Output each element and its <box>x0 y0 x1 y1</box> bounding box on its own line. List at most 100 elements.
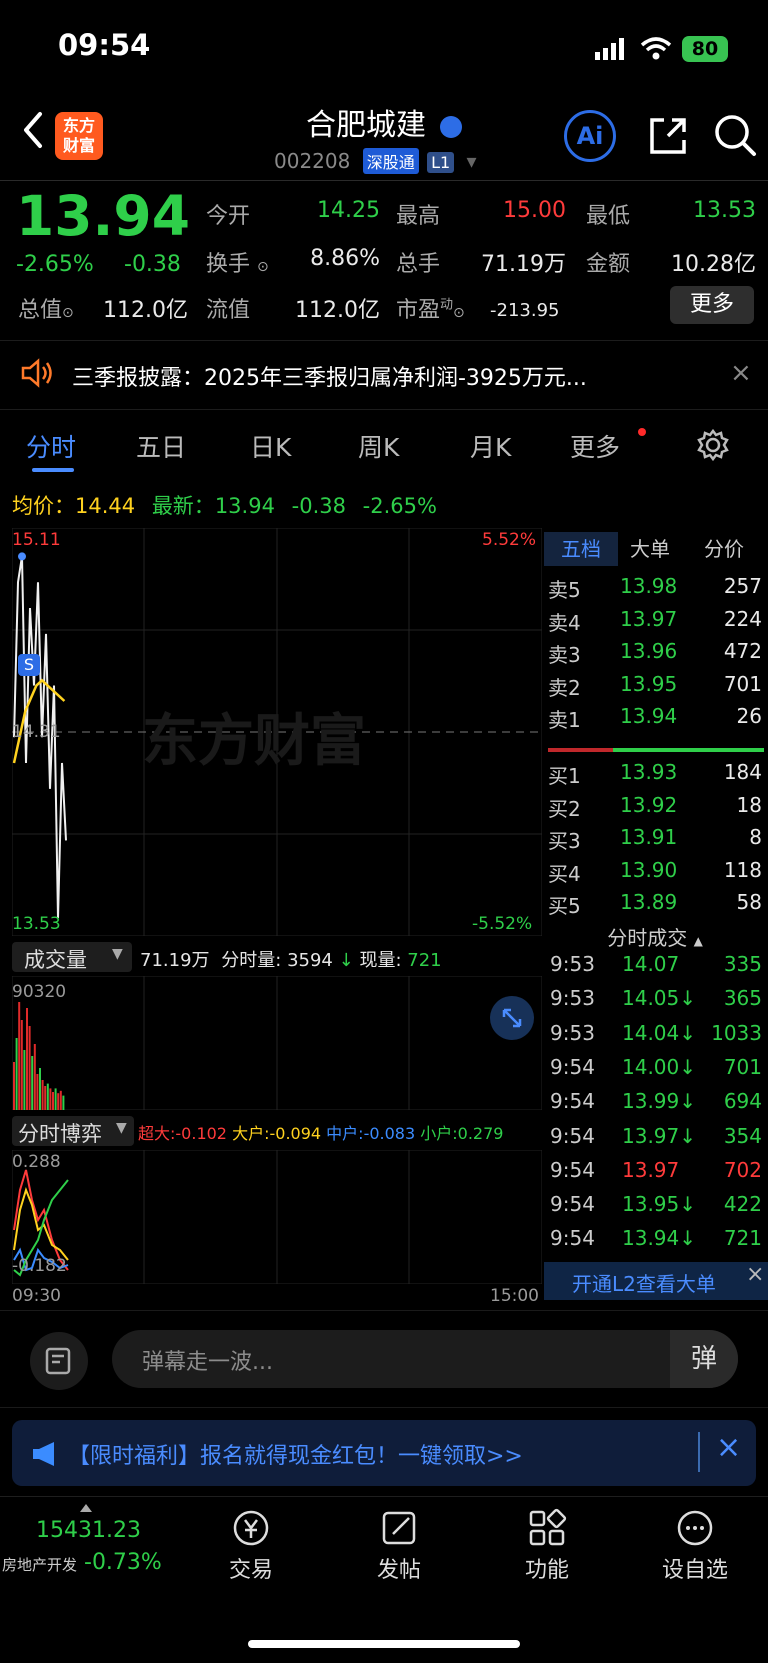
ask-label: 卖4 <box>548 610 581 635</box>
back-icon[interactable] <box>18 110 48 150</box>
trade-row: 9:54 13.94↓ 721 <box>544 1226 766 1260</box>
nav-functions[interactable]: 功能 <box>492 1508 602 1584</box>
bid-row: 买4 13.90 118 <box>544 858 766 890</box>
battery-indicator: 80 <box>682 36 728 62</box>
bid-price: 13.90 <box>620 857 678 882</box>
ask-row: 卖1 13.94 26 <box>544 704 766 736</box>
expand-icon[interactable] <box>490 996 534 1040</box>
ask-label: 卖2 <box>548 675 581 700</box>
game-axis-bottom: -0.182 <box>12 1256 67 1276</box>
pct-axis-top: 5.52% <box>482 530 537 550</box>
nav-post[interactable]: 发帖 <box>344 1508 454 1584</box>
nav-trade[interactable]: 交易 <box>196 1508 306 1584</box>
news-text[interactable]: 三季报披露：2025年三季报归属净利润-3925万元... <box>72 360 587 392</box>
ask-label: 卖1 <box>548 708 581 732</box>
orderbook-tab-price[interactable]: 分价 <box>704 532 744 566</box>
volume-bar <box>33 1044 36 1110</box>
nav-watchlist[interactable]: 设自选 <box>640 1508 750 1584</box>
bid-row: 买2 13.92 18 <box>544 793 766 825</box>
trade-volume: 335 <box>723 952 762 976</box>
divider <box>0 1496 768 1497</box>
bid-volume: 118 <box>723 857 762 882</box>
grid-icon <box>529 1508 567 1546</box>
danmu-toggle[interactable]: 弹 <box>670 1330 738 1388</box>
bid-price: 13.93 <box>620 760 678 784</box>
volume-bar <box>15 1038 18 1110</box>
volume-bar <box>54 1088 57 1110</box>
ask-row: 卖3 13.96 472 <box>544 639 766 671</box>
current-price: 13.94 <box>16 184 190 248</box>
orderbook-tab-depth[interactable]: 五档 <box>544 532 618 566</box>
trade-volume: 721 <box>723 1226 762 1251</box>
chevron-down-icon: ▾ <box>466 149 477 173</box>
notification-dot <box>638 428 646 436</box>
latest-change: -0.38 <box>291 494 346 518</box>
tab-intraday[interactable]: 分时 <box>26 428 76 464</box>
low-label: 最低 <box>586 204 631 229</box>
floatcap-value: 112.0亿 <box>295 298 380 323</box>
ask-row: 卖2 13.95 701 <box>544 672 766 704</box>
close-icon[interactable]: × <box>746 1262 764 1287</box>
ai-assistant-button[interactable]: Ai <box>564 110 616 162</box>
index-widget[interactable]: 15431.23 房地产开发 -0.73% <box>0 1504 170 1588</box>
trade-row: 9:54 13.95↓ 422 <box>544 1192 766 1226</box>
close-icon[interactable]: × <box>730 358 752 388</box>
tab-monthly-k[interactable]: 月K <box>470 428 511 464</box>
latest-pct: -2.65% <box>362 494 437 518</box>
tab-daily-k[interactable]: 日K <box>250 428 291 464</box>
game-selector[interactable]: 分时博弈 ▼ <box>12 1116 134 1146</box>
index-value: 15431.23 <box>36 1518 141 1543</box>
tab-more[interactable]: 更多 <box>570 428 620 464</box>
promo-banner[interactable]: 【限时福利】报名就得现金红包！一键领取>> × <box>12 1420 756 1486</box>
stock-code-line[interactable]: 002208 深股通 L1 ▾ <box>274 148 477 174</box>
s-marker-badge[interactable]: S <box>18 654 40 676</box>
more-button[interactable]: 更多 <box>670 286 754 324</box>
trade-price: 14.07 <box>622 952 680 976</box>
change-amount: -0.38 <box>124 252 181 277</box>
bid-volume: 184 <box>723 760 762 784</box>
search-icon[interactable] <box>712 112 758 158</box>
trade-price: 13.99↓ <box>622 1089 697 1114</box>
danmu-list-icon[interactable] <box>30 1332 88 1390</box>
comment-input[interactable]: 弹幕走一波... 弹 <box>112 1330 738 1388</box>
more-circle-icon <box>677 1510 713 1546</box>
trade-volume: 365 <box>723 986 762 1011</box>
open-value: 14.25 <box>317 198 380 223</box>
close-icon[interactable]: × <box>716 1430 741 1465</box>
trade-price: 14.04↓ <box>622 1020 697 1045</box>
wifi-icon <box>640 37 672 60</box>
trade-price: 14.05↓ <box>622 986 697 1011</box>
l1-badge: L1 <box>427 152 455 173</box>
ask-label: 卖5 <box>548 578 581 602</box>
index-pct: -0.73% <box>84 1550 162 1575</box>
game-legend: 超大:-0.102 大户:-0.094 中户:-0.083 小户:0.279 <box>138 1124 504 1143</box>
chart-legend: 均价：14.44 最新：13.94 -0.38 -2.65% <box>12 494 437 518</box>
volume-bar <box>36 1074 39 1110</box>
trade-volume: 354 <box>723 1123 762 1148</box>
tab-weekly-k[interactable]: 周K <box>358 428 399 464</box>
volume-chart <box>12 976 542 1110</box>
divider <box>0 180 768 181</box>
game-axis-top: 0.288 <box>12 1152 61 1172</box>
ask-price: 13.96 <box>620 639 678 663</box>
share-icon[interactable] <box>646 114 690 158</box>
low-value: 13.53 <box>693 198 756 223</box>
trade-row: 9:53 14.04↓ 1033 <box>544 1021 766 1055</box>
ask-volume: 26 <box>736 704 762 728</box>
volume-bar <box>62 1095 65 1110</box>
stock-name: 合肥城建 <box>306 100 462 144</box>
intraday-price-chart[interactable]: 东方财富 <box>12 528 542 936</box>
trade-time: 9:53 <box>550 1020 595 1045</box>
volume-bar <box>23 1050 26 1110</box>
orderbook-tab-bigorders[interactable]: 大单 <box>630 532 670 566</box>
settings-icon[interactable] <box>696 428 730 462</box>
trade-price: 13.94↓ <box>622 1226 697 1251</box>
y-axis-top: 15.11 <box>12 530 61 550</box>
volume-bar <box>44 1086 47 1110</box>
bid-label: 买3 <box>548 829 581 853</box>
l2-promo[interactable]: 开通L2查看大单 × <box>544 1262 768 1300</box>
bid-price: 13.91 <box>620 825 678 849</box>
bid-price: 13.89 <box>620 890 678 914</box>
volume-selector[interactable]: 成交量 ▼ <box>12 942 132 972</box>
tab-five-day[interactable]: 五日 <box>136 428 186 464</box>
